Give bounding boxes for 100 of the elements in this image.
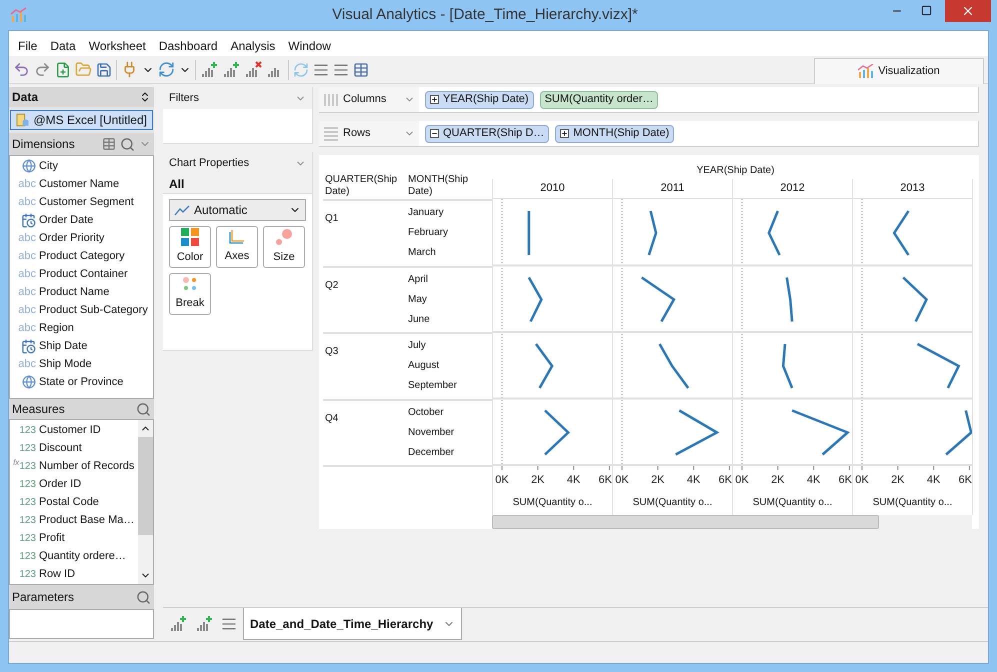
field-item[interactable]: Product Category [39, 248, 125, 264]
menu-item[interactable]: Data [50, 37, 76, 55]
add-chart-icon[interactable] [200, 60, 218, 78]
section-title: Dimensions [12, 136, 76, 153]
chart-property-button[interactable]: Color [169, 226, 211, 268]
field-item[interactable]: Ship Date [39, 338, 88, 354]
mark-type-dropdown[interactable]: Automatic [169, 199, 306, 221]
chart-icon [858, 64, 874, 78]
field-item[interactable]: Quantity ordere… [39, 548, 126, 564]
table-icon[interactable] [102, 137, 116, 151]
chart-property-button[interactable]: Size [263, 226, 305, 268]
number-type-icon: 123 [19, 530, 36, 546]
field-item[interactable]: Row ID [39, 566, 76, 582]
section-title: Parameters [12, 589, 76, 606]
close-icon [961, 4, 975, 18]
up-down-icon[interactable] [139, 91, 151, 103]
panel-title: Chart Properties [169, 156, 250, 171]
collapse-icon[interactable] [430, 129, 439, 138]
month-label: June [408, 312, 430, 327]
row-header: QUARTER(Ship Date) [324, 174, 398, 198]
field-item[interactable]: Product Container [39, 266, 128, 282]
field-item[interactable]: Number of Records [39, 458, 134, 474]
menu-item[interactable]: Window [288, 37, 331, 55]
field-item[interactable]: Region [39, 320, 74, 336]
redo-icon[interactable] [34, 61, 51, 78]
menu-item[interactable]: Dashboard [158, 37, 218, 55]
month-label: August [408, 359, 440, 374]
horizontal-scrollbar[interactable] [492, 515, 972, 529]
calendar-clock-icon [21, 212, 36, 228]
vertical-scrollbar[interactable] [138, 420, 153, 584]
axes-icon [229, 229, 245, 246]
month-label: January [408, 206, 445, 220]
field-item[interactable]: Product Name [39, 284, 110, 300]
year-label: 2012 [780, 181, 805, 196]
field-item[interactable]: Order Date [39, 212, 94, 228]
field-pill[interactable]: YEAR(Ship Date) [425, 90, 534, 108]
text-type-icon: abc [18, 356, 36, 372]
month-label: March [408, 246, 437, 260]
quarter-label: Q2 [325, 280, 338, 290]
column-header: YEAR(Ship Date) [696, 164, 776, 178]
chart-property-button[interactable]: Break [169, 273, 211, 315]
field-item[interactable]: Customer Name [39, 176, 120, 192]
field-item[interactable]: Ship Mode [39, 356, 92, 372]
new-sheet-icon[interactable] [169, 615, 187, 633]
search-icon[interactable] [136, 402, 151, 416]
month-label: April [408, 272, 430, 286]
undo-icon[interactable] [13, 61, 30, 78]
field-item[interactable]: Discount [39, 440, 82, 456]
text-type-icon: abc [18, 320, 36, 336]
axis-tick-label: 4K [806, 474, 820, 486]
menu-item[interactable]: File [18, 37, 38, 55]
data-source-item[interactable]: @MS Excel [Untitled] [10, 110, 153, 130]
field-item[interactable]: State or Province [39, 374, 124, 390]
axis-tick-label: 6K [718, 474, 732, 486]
axis-tick-label: 6K [838, 474, 852, 486]
month-label: May [408, 292, 428, 307]
axis-tick-label: 2K [651, 474, 665, 486]
axis-tick-label: 0K [615, 474, 629, 486]
chart-property-button[interactable]: Axes [216, 226, 258, 268]
field-pill[interactable]: QUARTER(Ship D… [425, 124, 550, 142]
field-item[interactable]: City [39, 158, 58, 174]
month-label: October [408, 406, 445, 420]
axis-tick-label: 4K [686, 474, 700, 486]
save-icon[interactable] [96, 62, 112, 78]
menu-item[interactable]: Worksheet [88, 37, 146, 55]
visualization-tab[interactable]: Visualization [814, 58, 984, 84]
expand-icon[interactable] [430, 95, 439, 104]
field-item[interactable]: Product Sub-Category [39, 302, 148, 318]
close-button[interactable] [945, 0, 991, 22]
field-item[interactable]: Customer Segment [39, 194, 134, 210]
month-label: February [408, 226, 448, 240]
list-icon[interactable] [221, 616, 237, 632]
search-icon[interactable] [120, 136, 135, 152]
field-item[interactable]: Postal Code [39, 494, 99, 510]
remove-chart-icon[interactable] [244, 60, 262, 78]
field-item[interactable]: Order Priority [39, 230, 104, 246]
columns-icon [323, 92, 339, 108]
field-item[interactable]: Profit [39, 530, 65, 546]
expand-icon[interactable] [560, 129, 570, 138]
axis-tick-label: 4K [926, 474, 940, 486]
number-type-icon: 123 [19, 548, 36, 564]
search-icon[interactable] [136, 590, 151, 604]
quarter-label: Q1 [325, 213, 338, 224]
text-type-icon: abc [18, 284, 36, 300]
field-item[interactable]: Product Base Ma… [39, 512, 134, 528]
section-title: Measures [12, 401, 66, 418]
shelf-label: Rows [343, 126, 372, 142]
axis-tick-label: 0K [495, 474, 509, 486]
panel-title: Data [12, 89, 38, 106]
month-label: November [408, 426, 454, 440]
field-item[interactable]: Customer ID [39, 422, 101, 438]
field-pill[interactable]: MONTH(Ship Date) [555, 124, 674, 142]
field-pill[interactable]: SUM(Quantity order… [540, 90, 658, 108]
month-label: September [408, 379, 457, 394]
new-file-icon[interactable] [55, 62, 71, 78]
text-type-icon: abc [18, 248, 36, 264]
menu-item[interactable]: Analysis [230, 37, 276, 55]
sheet-tab[interactable]: Date_and_Date_Time_Hierarchy [243, 608, 462, 640]
field-item[interactable]: Order ID [39, 476, 82, 492]
maximize-icon[interactable] [921, 5, 932, 16]
